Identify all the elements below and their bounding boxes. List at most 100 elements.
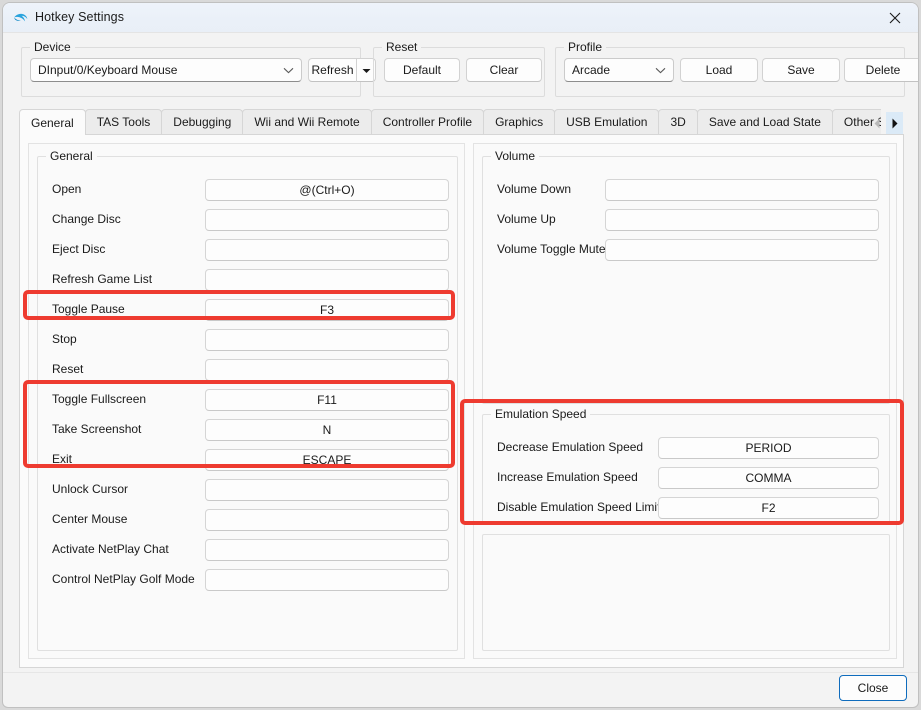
hotkey-label: Exit [52,452,73,466]
refresh-button[interactable]: Refresh [308,58,356,82]
hotkey-row: Decrease Emulation Speed PERIOD [483,437,889,459]
save-button-label: Save [787,63,815,77]
hotkey-value: F3 [319,303,334,317]
hotkey-label: Center Mouse [52,512,128,526]
hotkey-input[interactable] [205,239,449,261]
tab-graphics[interactable]: Graphics [483,109,556,134]
volume-hotkeys-group: Volume Volume Down Volume Up Volume Toggle… [482,149,890,404]
profile-select-value: Arcade [572,63,611,77]
close-icon[interactable] [872,3,918,33]
hotkey-input[interactable]: F2 [658,497,879,519]
general-tab-page: General Open @(Ctrl+O) Change Disc Eject Di… [19,134,904,668]
clear-button[interactable]: Clear [466,58,542,82]
tab-3d[interactable]: 3D [658,109,698,134]
tab-general[interactable]: General [19,109,86,135]
hotkey-row: Increase Emulation Speed COMMA [483,467,889,489]
hotkey-label: Open [52,182,82,196]
tab-label: USB Emulation [566,115,648,129]
tab-label: Wii and Wii Remote [254,115,360,129]
left-panel: General Open @(Ctrl+O) Change Disc Eject Di… [28,143,465,659]
hotkey-value: ESCAPE [302,453,352,467]
hotkey-label: Stop [52,332,77,346]
tab-strip: General TAS Tools Debugging Wii and Wii Rem… [19,109,881,135]
hotkey-label: Reset [52,362,84,376]
tab-debugging[interactable]: Debugging [161,109,244,134]
default-button[interactable]: Default [384,58,460,82]
hotkey-input[interactable] [605,239,879,261]
hotkey-input[interactable] [205,269,449,291]
device-select[interactable]: DInput/0/Keyboard Mouse [30,58,302,82]
tab-scroll-arrows [868,112,904,134]
hotkey-input[interactable] [605,179,879,201]
delete-profile-button[interactable]: Delete [844,58,918,82]
tab-tas-tools[interactable]: TAS Tools [84,109,163,134]
hotkey-row: Center Mouse [38,509,457,531]
save-profile-button[interactable]: Save [762,58,840,82]
load-profile-button[interactable]: Load [680,58,758,82]
profile-select[interactable]: Arcade [564,58,674,82]
hotkey-label: Volume Toggle Mute [497,242,606,256]
hotkey-input[interactable] [605,209,879,231]
caret-down-icon [362,63,371,77]
tab-scroll-left-button[interactable] [868,112,885,134]
hotkey-label: Volume Up [497,212,556,226]
hotkey-input[interactable] [205,539,449,561]
tab-bar: General TAS Tools Debugging Wii and Wii Rem… [19,109,904,135]
hotkey-row: Disable Emulation Speed Limit F2 [483,497,889,519]
hotkey-label: Increase Emulation Speed [497,470,638,484]
hotkey-row: Exit ESCAPE [38,449,457,471]
tab-label: Save and Load State [708,115,821,129]
hotkey-input[interactable]: PERIOD [658,437,879,459]
hotkey-row: Open @(Ctrl+O) [38,179,457,201]
hotkey-input[interactable] [205,509,449,531]
tab-label: 3D [670,115,686,129]
hotkey-label: Take Screenshot [52,422,142,436]
profile-group: Profile Arcade Load Save Delete [555,40,918,97]
tab-scroll-right-button[interactable] [886,112,903,134]
hotkey-input[interactable]: ESCAPE [205,449,449,471]
hotkey-row: Take Screenshot N [38,419,457,441]
chevron-down-icon [655,63,666,77]
reset-group: Reset Default Clear [373,40,545,97]
hotkey-input[interactable]: COMMA [658,467,879,489]
refresh-button-label: Refresh [311,63,354,77]
close-button[interactable]: Close [839,675,907,701]
hotkey-input[interactable] [205,329,449,351]
hotkey-value: COMMA [745,471,792,485]
tab-label: TAS Tools [96,115,151,129]
hotkey-label: Toggle Pause [52,302,125,316]
hotkey-label: Volume Down [497,182,572,196]
hotkey-row: Volume Toggle Mute [483,239,889,261]
emulation-speed-group-label: Emulation Speed [491,407,591,421]
tab-label: General [31,116,74,130]
hotkey-value: F11 [317,393,337,407]
tab-controller-profile[interactable]: Controller Profile [370,109,485,134]
hotkey-input[interactable]: @(Ctrl+O) [205,179,449,201]
hotkey-label: Activate NetPlay Chat [52,542,169,556]
hotkey-row: Toggle Fullscreen F11 [38,389,457,411]
hotkey-input[interactable]: F11 [205,389,449,411]
hotkey-value: @(Ctrl+O) [299,183,355,197]
clear-button-label: Clear [489,63,519,77]
delete-button-label: Delete [865,63,901,77]
hotkey-input[interactable] [205,209,449,231]
hotkey-input[interactable] [205,359,449,381]
hotkey-settings-window: Hotkey Settings Device DInput/0/Keyboard… [2,2,919,708]
hotkey-label: Control NetPlay Golf Mode [52,572,195,586]
default-button-label: Default [402,63,442,77]
general-group-label: General [46,149,97,163]
device-group: Device DInput/0/Keyboard Mouse Refresh [21,40,376,97]
footer-divider [3,672,918,673]
hotkey-input[interactable] [205,569,449,591]
hotkey-row: Reset [38,359,457,381]
device-select-value: DInput/0/Keyboard Mouse [38,63,178,77]
hotkey-input[interactable]: F3 [205,299,449,321]
hotkey-input[interactable]: N [205,419,449,441]
chevron-down-icon [283,63,294,77]
title-bar: Hotkey Settings [3,3,918,33]
hotkey-input[interactable] [205,479,449,501]
tab-wii-and-wii-remote[interactable]: Wii and Wii Remote [242,109,372,134]
tab-usb-emulation[interactable]: USB Emulation [554,109,660,134]
emulation-speed-group: Emulation Speed Decrease Emulation Speed… [482,407,890,524]
tab-save-and-load-state[interactable]: Save and Load State [696,109,833,134]
